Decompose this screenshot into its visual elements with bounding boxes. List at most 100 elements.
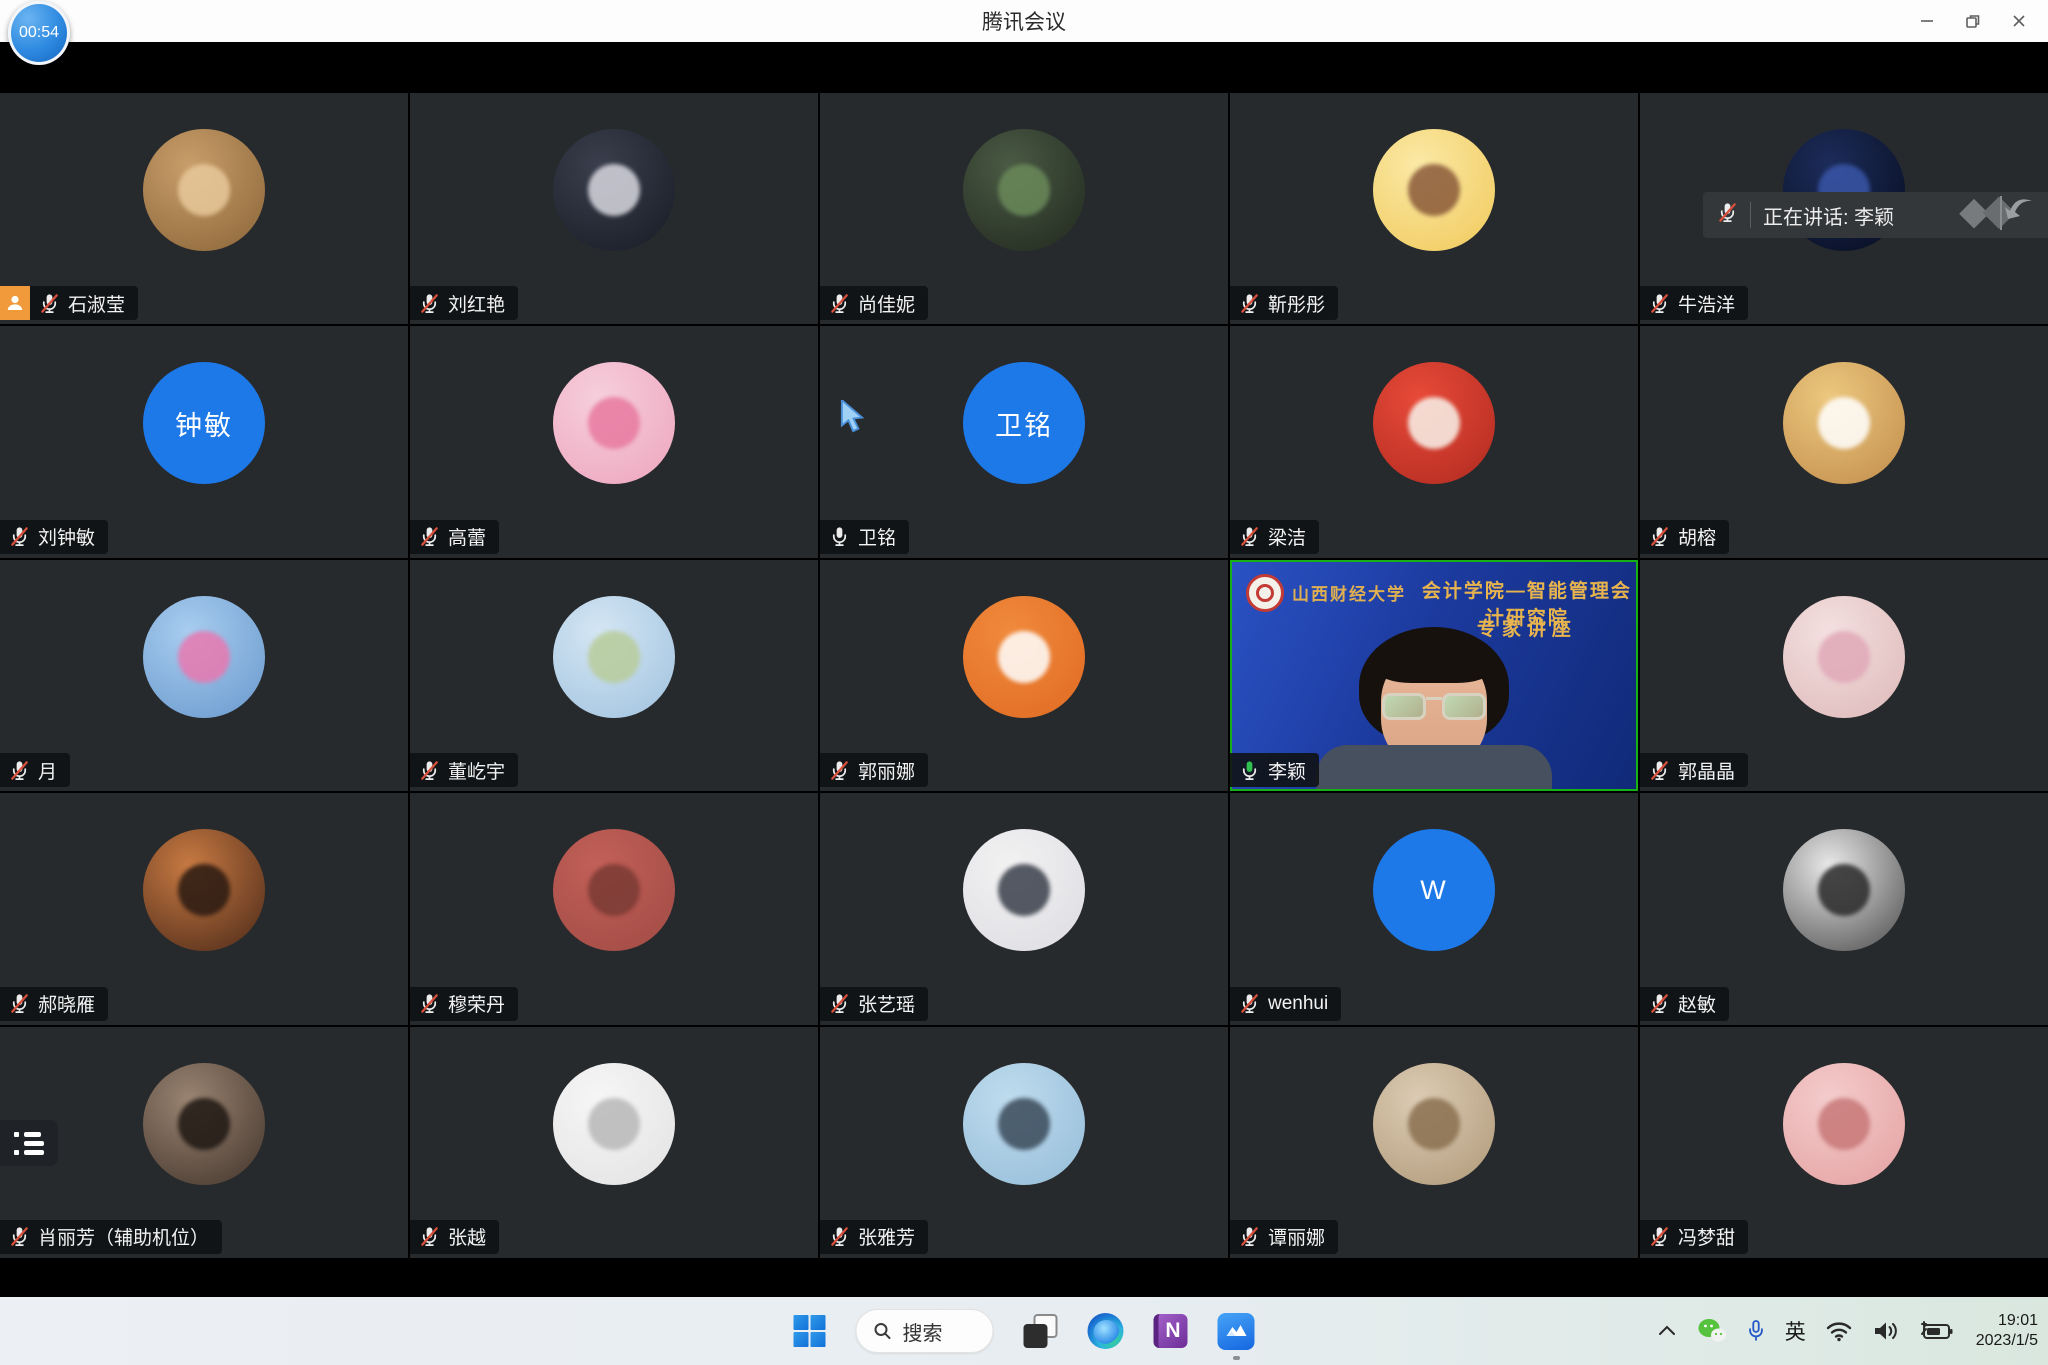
task-view-icon: [1024, 1314, 1058, 1348]
tray-wechat[interactable]: [1697, 1297, 1727, 1365]
avatar: [553, 829, 675, 951]
name-badge: 刘红艳: [410, 286, 518, 320]
name-badge-row: 靳彤彤: [1230, 286, 1338, 320]
tray-chevron[interactable]: [1656, 1297, 1678, 1365]
participant-name: 胡榕: [1678, 523, 1716, 550]
participant-tile[interactable]: 靳彤彤: [1230, 93, 1638, 324]
muted-mic-icon: [1649, 1226, 1670, 1247]
participant-tile[interactable]: 高蕾: [410, 326, 818, 557]
wechat-icon: [1697, 1318, 1727, 1344]
participant-name: 谭丽娜: [1268, 1223, 1325, 1250]
participant-tile[interactable]: 赵敏: [1640, 793, 2048, 1024]
restore-icon[interactable]: [1950, 0, 1996, 42]
muted-mic-icon: [9, 760, 30, 781]
text-avatar: W: [1373, 829, 1495, 951]
name-badge-row: 张雅芳: [820, 1220, 928, 1254]
participant-tile[interactable]: 尚佳妮: [820, 93, 1228, 324]
tray-mic[interactable]: [1746, 1297, 1766, 1365]
name-badge-row: 郭晶晶: [1640, 753, 1748, 787]
minimize-icon[interactable]: [1904, 0, 1950, 42]
participant-tile[interactable]: 肖丽芳（辅助机位）: [0, 1027, 408, 1258]
glasses-icon: [1382, 693, 1486, 721]
avatar: [553, 596, 675, 718]
speaking-mic-icon: [1239, 760, 1260, 781]
participant-tile[interactable]: 谭丽娜: [1230, 1027, 1638, 1258]
participant-tile[interactable]: 穆荣丹: [410, 793, 818, 1024]
participant-tile[interactable]: 月: [0, 560, 408, 791]
muted-mic-icon: [829, 993, 850, 1014]
search-input[interactable]: 搜索: [856, 1309, 994, 1353]
name-badge: 董屹宇: [410, 753, 518, 787]
participant-name: 张雅芳: [858, 1223, 915, 1250]
participant-tile[interactable]: 董屹宇: [410, 560, 818, 791]
participant-tile[interactable]: 石淑莹: [0, 93, 408, 324]
participant-grid: 石淑莹 刘红艳 尚佳妮 靳彤彤 牛浩洋钟敏 刘钟敏 高蕾卫铭 卫铭 梁洁 胡榕 …: [0, 93, 2048, 1258]
participant-tile[interactable]: 梁洁: [1230, 326, 1638, 557]
avatar: [143, 1063, 265, 1185]
name-badge-row: 郝晓雁: [0, 987, 108, 1021]
avatar: [1373, 1063, 1495, 1185]
name-badge: 张越: [410, 1220, 499, 1254]
participant-name: 卫铭: [858, 523, 896, 550]
avatar-initials: 钟敏: [175, 404, 233, 443]
muted-mic-icon: [419, 993, 440, 1014]
participant-tile[interactable]: 钟敏 刘钟敏: [0, 326, 408, 557]
member-list-button[interactable]: [0, 1120, 58, 1166]
participant-name: 石淑莹: [68, 290, 125, 317]
toast-arrows-icon: [1954, 193, 2038, 238]
name-badge: 李颖: [1230, 753, 1319, 787]
taskbar-app-start[interactable]: [794, 1297, 826, 1365]
name-badge: 谭丽娜: [1230, 1220, 1338, 1254]
name-badge-row: 张越: [410, 1220, 499, 1254]
onenote-icon: N: [1154, 1314, 1188, 1348]
participant-tile[interactable]: 张艺瑶: [820, 793, 1228, 1024]
tray-wifi[interactable]: [1825, 1297, 1853, 1365]
name-badge-row: 冯梦甜: [1640, 1220, 1748, 1254]
taskbar-app-task-view[interactable]: [1024, 1297, 1058, 1365]
participant-tile[interactable]: 冯梦甜: [1640, 1027, 2048, 1258]
participant-tile[interactable]: 张雅芳: [820, 1027, 1228, 1258]
participant-tile[interactable]: 刘红艳: [410, 93, 818, 324]
meeting-timer-bubble[interactable]: 00:54: [8, 1, 70, 65]
taskbar-app-edge[interactable]: [1088, 1297, 1124, 1365]
name-badge: 郭晶晶: [1640, 753, 1748, 787]
name-badge-row: 穆荣丹: [410, 987, 518, 1021]
participant-tile[interactable]: 胡榕: [1640, 326, 2048, 557]
name-badge: 赵敏: [1640, 987, 1729, 1021]
muted-mic-icon: [1649, 760, 1670, 781]
participant-tile[interactable]: 山西财经大学 会计学院—智能管理会计研究院 专家讲座 李颖: [1230, 560, 1638, 791]
participant-tile[interactable]: 张越: [410, 1027, 818, 1258]
taskbar-center: 搜索 N: [794, 1297, 1255, 1365]
participant-name: 郭丽娜: [858, 757, 915, 784]
participant-tile[interactable]: 郝晓雁: [0, 793, 408, 1024]
name-badge: 冯梦甜: [1640, 1220, 1748, 1254]
participant-tile[interactable]: 郭晶晶: [1640, 560, 2048, 791]
name-badge: 胡榕: [1640, 520, 1729, 554]
avatar: [553, 129, 675, 251]
taskbar-clock[interactable]: 19:012023/1/5: [1972, 1311, 2038, 1351]
name-badge-row: 月: [0, 753, 70, 787]
taskbar-app-search[interactable]: 搜索: [856, 1297, 994, 1365]
tray-ime[interactable]: 英: [1785, 1297, 1806, 1365]
text-avatar: 钟敏: [143, 362, 265, 484]
name-badge: 牛浩洋: [1640, 286, 1748, 320]
muted-mic-icon: [419, 526, 440, 547]
taskbar-app-tencent-meeting[interactable]: [1218, 1297, 1255, 1365]
name-badge-row: 梁洁: [1230, 520, 1319, 554]
tray-volume[interactable]: [1872, 1297, 1900, 1365]
taskbar-app-onenote[interactable]: N: [1154, 1297, 1188, 1365]
taskbar: 搜索 N 英 19:012023/1/5: [0, 1297, 2048, 1365]
tray-battery[interactable]: [1919, 1297, 1953, 1365]
mouse-cursor: [840, 400, 870, 439]
muted-mic-icon: [9, 526, 30, 547]
close-icon[interactable]: [1996, 0, 2042, 42]
participant-tile[interactable]: W wenhui: [1230, 793, 1638, 1024]
participant-name: 尚佳妮: [858, 290, 915, 317]
participant-name: 刘红艳: [448, 290, 505, 317]
name-badge: 张艺瑶: [820, 987, 928, 1021]
video-area: 石淑莹 刘红艳 尚佳妮 靳彤彤 牛浩洋钟敏 刘钟敏 高蕾卫铭 卫铭 梁洁 胡榕 …: [0, 42, 2048, 1297]
participant-tile[interactable]: 卫铭 卫铭: [820, 326, 1228, 557]
participant-tile[interactable]: 郭丽娜: [820, 560, 1228, 791]
avatar: [963, 596, 1085, 718]
clock-time: 19:01: [1976, 1311, 2038, 1331]
